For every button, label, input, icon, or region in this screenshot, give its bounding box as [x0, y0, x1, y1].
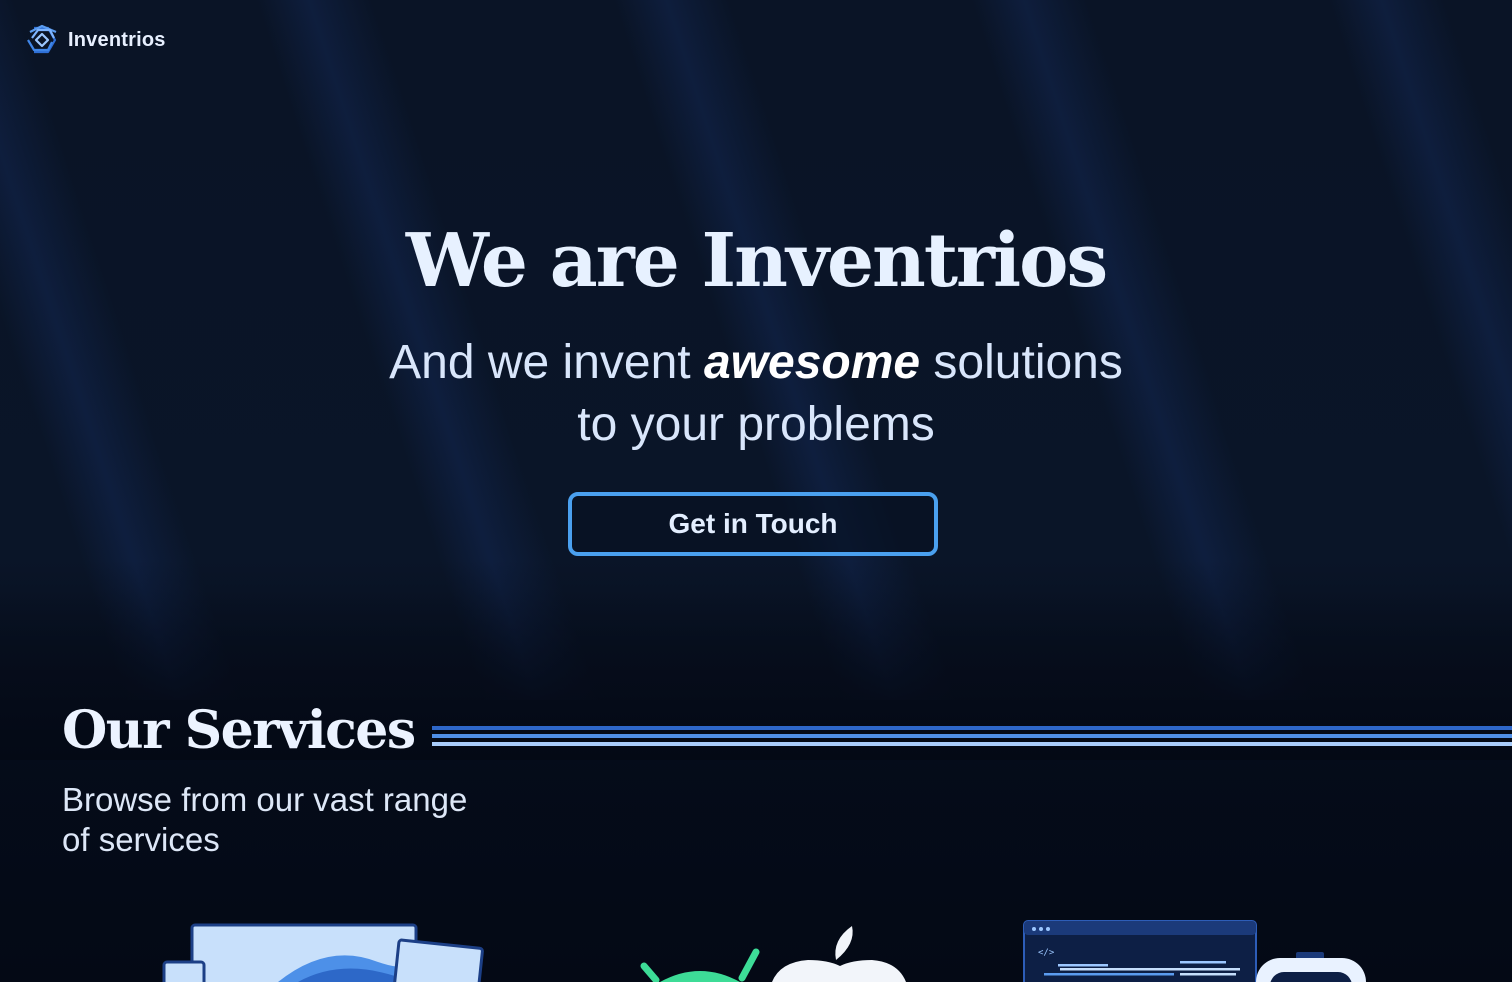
hero-title: We are Inventrios — [405, 218, 1108, 304]
svg-text:</>: </> — [1038, 948, 1055, 958]
hero-subtitle-line-2: to your problems — [577, 398, 935, 451]
hero-subtitle-line-1: And we invent awesome solutions — [0, 332, 1512, 394]
hero-subtitle-emphasis: awesome — [703, 336, 921, 389]
hero-subtitle-text-start: And we invent — [389, 336, 704, 389]
hero-subtitle-text-end: solutions — [920, 336, 1123, 389]
logo-wordmark: Inventrios — [68, 28, 166, 51]
brand-logo[interactable]: Inventrios — [24, 22, 166, 58]
code-window-illustration: </> — [1020, 918, 1380, 982]
services-title: Our Services — [62, 700, 416, 761]
divider-line — [432, 734, 1512, 738]
mobile-platforms-illustration — [630, 920, 920, 982]
landing-page: Inventrios We are Inventrios And we inve… — [0, 0, 1512, 982]
hero-subtitle: And we invent awesome solutions to your … — [0, 332, 1512, 456]
divider-line — [432, 726, 1512, 730]
android-icon — [640, 948, 760, 982]
get-in-touch-button[interactable]: Get in Touch — [568, 492, 938, 556]
services-subtitle: Browse from our vast range of services — [62, 781, 468, 858]
apple-icon — [772, 926, 906, 982]
logo-icon — [24, 22, 62, 58]
web-design-devices-illustration — [158, 922, 488, 982]
divider-line — [432, 742, 1512, 746]
services-divider-lines — [432, 726, 1512, 750]
